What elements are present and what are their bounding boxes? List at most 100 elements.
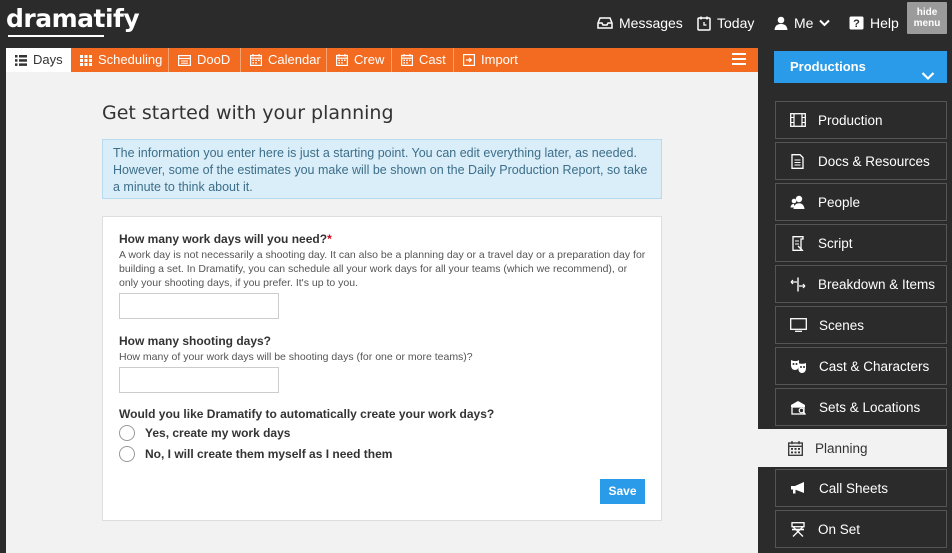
tab-crew[interactable]: Crew [327, 48, 392, 72]
sidebar-item-label: People [818, 194, 861, 210]
app-logo[interactable]: dramatify [6, 4, 140, 33]
help-icon: ? [849, 16, 864, 30]
table-icon [178, 54, 191, 66]
tab-dood[interactable]: DooD [169, 48, 241, 72]
sidebar-item-label: Production [818, 112, 883, 128]
people-icon [790, 195, 806, 210]
svg-text:?: ? [853, 18, 860, 30]
tab-calendar[interactable]: Calendar [241, 48, 327, 72]
option-no-create[interactable]: No, I will create them myself as I need … [119, 446, 392, 462]
grid-icon [80, 54, 92, 66]
page-title: Get started with your planning [102, 102, 394, 124]
monitor-icon [790, 318, 807, 332]
sidebar-item-script[interactable]: Script [775, 224, 947, 262]
help-label: Help [870, 15, 899, 31]
messages-link[interactable]: Messages [597, 13, 683, 33]
list-icon [15, 54, 27, 66]
hamburger-menu-icon[interactable] [732, 53, 746, 68]
sidebar-item-cast-characters[interactable]: Cast & Characters [775, 347, 947, 385]
sidebar-item-label: Breakdown & Items [818, 276, 936, 292]
sidebar-item-label: Script [818, 235, 853, 251]
info-box: The information you enter here is just a… [102, 139, 662, 199]
user-icon [774, 16, 788, 30]
option-no-label: No, I will create them myself as I need … [145, 447, 393, 461]
productions-dropdown[interactable]: Productions [774, 51, 947, 83]
tab-label: Calendar [268, 52, 321, 67]
shooting-days-hint: How many of your work days will be shoot… [119, 351, 473, 363]
work-days-question-text: How many work days will you need? [119, 232, 328, 246]
tab-import[interactable]: Import [454, 48, 530, 72]
calendar-icon [788, 440, 803, 456]
planning-form: How many work days will you need?* A wor… [102, 216, 662, 521]
tab-scheduling[interactable]: Scheduling [71, 48, 169, 72]
sidebar-item-label: On Set [818, 521, 861, 537]
sidebar-item-label: Cast & Characters [819, 358, 930, 374]
sidebar-item-label: Sets & Locations [819, 399, 921, 415]
tab-label: Scheduling [98, 52, 163, 67]
today-link[interactable]: Today [697, 13, 754, 33]
today-label: Today [717, 15, 755, 31]
film-icon [790, 113, 806, 127]
inbox-icon [597, 16, 613, 30]
tab-label: Cast [419, 52, 446, 67]
me-menu[interactable]: Me [774, 13, 831, 33]
calendar-icon [401, 54, 413, 66]
calendar-icon [250, 54, 262, 66]
sidebar-item-label: Scenes [819, 317, 865, 333]
productions-label: Productions [790, 59, 866, 74]
import-icon [463, 54, 475, 66]
tab-label: Crew [354, 52, 385, 67]
option-yes-create[interactable]: Yes, create my work days [119, 425, 290, 441]
document-icon [790, 153, 806, 169]
sidebar-item-production[interactable]: Production [775, 101, 947, 139]
sidebar-item-on-set[interactable]: On Set [775, 510, 947, 548]
sidebar-item-sets-locations[interactable]: Sets & Locations [775, 388, 947, 426]
work-days-question: How many work days will you need?* [119, 232, 332, 246]
radio-button-yes[interactable] [119, 425, 135, 441]
tab-label: DooD [197, 52, 231, 67]
breakdown-icon [790, 277, 806, 292]
sidebar-item-breakdown-items[interactable]: Breakdown & Items [775, 265, 947, 303]
chevron-down-icon [921, 61, 935, 93]
work-days-input[interactable] [119, 293, 279, 319]
option-yes-label: Yes, create my work days [145, 426, 291, 440]
hide-menu-line1: hide [916, 7, 938, 18]
chevron-down-icon [819, 19, 831, 27]
shooting-days-input[interactable] [119, 367, 279, 393]
tab-label: Days [33, 52, 63, 67]
radio-button-no[interactable] [119, 446, 135, 462]
sidebar-item-label: Planning [815, 440, 868, 456]
tab-days[interactable]: Days [6, 48, 71, 72]
required-marker: * [327, 232, 332, 246]
auto-create-question: Would you like Dramatify to automaticall… [119, 407, 495, 421]
hide-menu-button[interactable]: hide menu [907, 2, 947, 34]
me-label: Me [794, 15, 814, 31]
messages-label: Messages [619, 15, 683, 31]
right-sidebar: Productions Production Docs & Resources … [758, 46, 952, 553]
shooting-days-question: How many shooting days? [119, 334, 272, 348]
masks-icon [790, 359, 807, 374]
main-panel: Days Scheduling DooD Calendar Crew Cast … [6, 48, 758, 553]
help-link[interactable]: ? Help [849, 13, 899, 33]
work-days-hint: A work day is not necessarily a shooting… [119, 249, 646, 289]
calendar-icon [336, 54, 348, 66]
sidebar-item-scenes[interactable]: Scenes [775, 306, 947, 344]
sidebar-item-docs-resources[interactable]: Docs & Resources [775, 142, 947, 180]
sidebar-item-people[interactable]: People [775, 183, 947, 221]
logo-underline [8, 35, 104, 37]
megaphone-icon [790, 481, 807, 495]
location-icon [790, 400, 807, 415]
script-icon [790, 235, 806, 251]
save-button[interactable]: Save [600, 479, 645, 504]
tab-cast[interactable]: Cast [392, 48, 454, 72]
clock-calendar-icon [697, 16, 711, 31]
tab-label: Import [481, 52, 518, 67]
sidebar-item-label: Call Sheets [819, 480, 889, 496]
sidebar-item-call-sheets[interactable]: Call Sheets [775, 469, 947, 507]
directors-chair-icon [790, 521, 806, 537]
sidebar-item-planning[interactable]: Planning [758, 429, 947, 467]
tab-bar: Days Scheduling DooD Calendar Crew Cast … [6, 48, 758, 72]
sidebar-item-label: Docs & Resources [818, 153, 930, 169]
top-bar: dramatify Messages Today Me ? Help hide … [0, 0, 952, 46]
hide-menu-line2: menu [913, 18, 941, 29]
